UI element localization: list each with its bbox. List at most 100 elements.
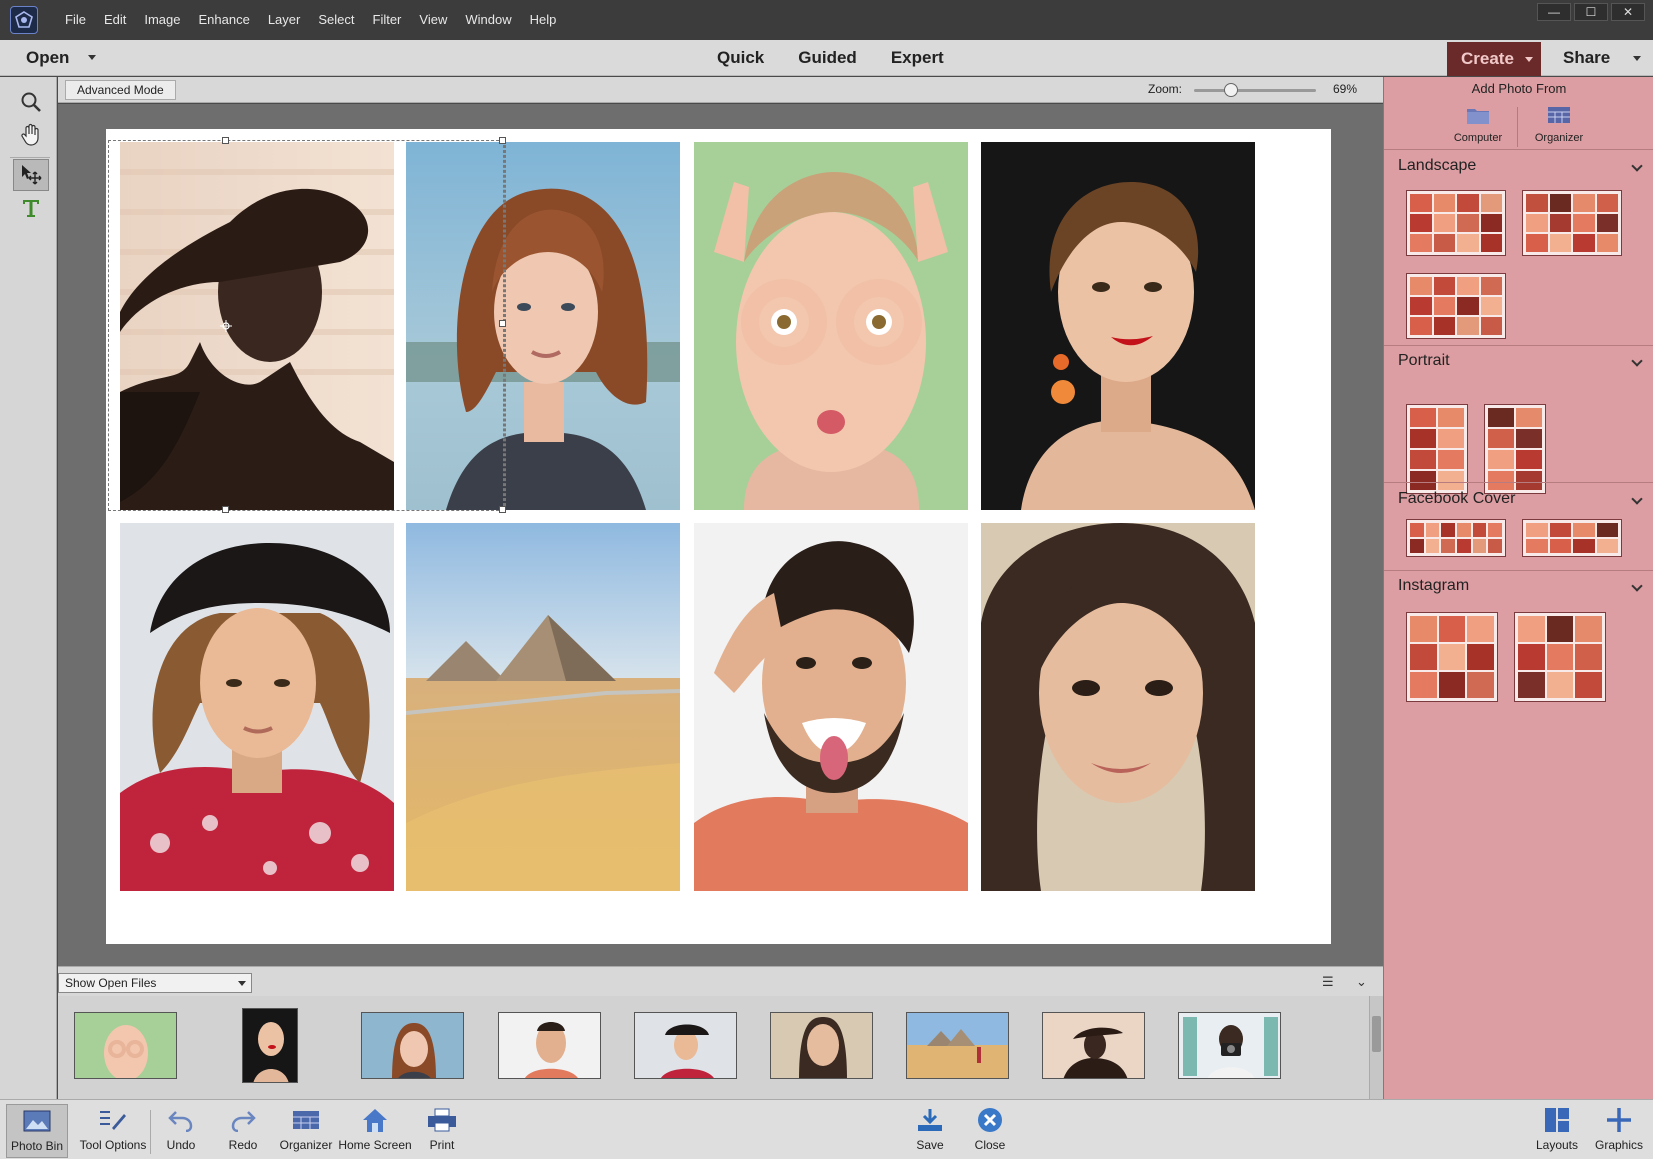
- minimize-button[interactable]: —: [1537, 3, 1571, 21]
- save-button[interactable]: Save: [906, 1104, 954, 1158]
- bin-thumb-redhead-bob[interactable]: [361, 1012, 464, 1079]
- create-button[interactable]: Create: [1447, 42, 1541, 76]
- menu-help[interactable]: Help: [521, 0, 566, 40]
- resize-handle[interactable]: [499, 137, 506, 144]
- layouts-button[interactable]: Layouts: [1530, 1104, 1584, 1158]
- layout-thumb-landscape-1[interactable]: [1406, 190, 1506, 256]
- zoom-slider-thumb[interactable]: [1223, 83, 1238, 97]
- print-button[interactable]: Print: [418, 1104, 466, 1158]
- photo-redhead-bob[interactable]: [406, 142, 680, 510]
- taskbar: Photo Bin Tool Options Undo Redo Organiz…: [0, 1099, 1653, 1159]
- share-dropdown-icon: [1633, 56, 1641, 61]
- tab-guided[interactable]: Guided: [781, 40, 874, 76]
- menu-enhance[interactable]: Enhance: [190, 0, 259, 40]
- photo-finger-goggles[interactable]: [694, 142, 968, 510]
- home-screen-button[interactable]: Home Screen: [336, 1104, 414, 1158]
- organizer-label: Organizer: [1534, 132, 1584, 144]
- pivot-point-icon[interactable]: [220, 319, 232, 332]
- create-label: Create: [1461, 49, 1514, 68]
- chevron-down-icon[interactable]: [1631, 160, 1643, 172]
- layouts-label: Layouts: [1535, 1138, 1579, 1152]
- undo-button[interactable]: Undo: [158, 1104, 204, 1158]
- close-window-button[interactable]: ✕: [1611, 3, 1645, 21]
- menu-window[interactable]: Window: [456, 0, 520, 40]
- layout-thumb-instagram-1[interactable]: [1406, 612, 1498, 702]
- window-controls: — ☐ ✕: [1537, 3, 1645, 21]
- section-landscape-title: Landscape: [1398, 157, 1477, 174]
- collapse-bin-icon[interactable]: ⌄: [1356, 974, 1367, 990]
- open-dropdown-icon[interactable]: [88, 55, 96, 60]
- zoom-slider[interactable]: [1194, 83, 1316, 97]
- bin-thumb-black-hat-woman[interactable]: [634, 1012, 737, 1079]
- organizer-source-button[interactable]: Organizer: [1519, 105, 1599, 144]
- chevron-down-icon[interactable]: [1631, 580, 1643, 592]
- tab-quick[interactable]: Quick: [700, 40, 781, 76]
- photo-pyramids[interactable]: [406, 523, 680, 891]
- graphics-icon: [1607, 1108, 1631, 1132]
- tool-options-icon: [100, 1111, 126, 1130]
- bin-scrollbar[interactable]: [1369, 996, 1383, 1099]
- menu-edit[interactable]: Edit: [95, 0, 135, 40]
- layout-thumb-facebook-1[interactable]: [1406, 519, 1506, 557]
- bin-thumb-camera-girl[interactable]: [1178, 1012, 1281, 1079]
- graphics-button[interactable]: Graphics: [1590, 1104, 1648, 1158]
- home-screen-label: Home Screen: [338, 1138, 412, 1152]
- type-tool[interactable]: [13, 192, 49, 224]
- layout-thumb-landscape-3[interactable]: [1406, 273, 1506, 339]
- zoom-tool[interactable]: [13, 86, 49, 118]
- photo-image: [981, 142, 1255, 510]
- layout-thumb-portrait-1[interactable]: [1406, 404, 1468, 494]
- menu-filter[interactable]: Filter: [364, 0, 411, 40]
- menu-file[interactable]: File: [56, 0, 95, 40]
- close-button[interactable]: Close: [966, 1104, 1014, 1158]
- bin-thumb-red-lips[interactable]: [242, 1008, 298, 1083]
- create-panel: Add Photo From Computer Organizer Landsc…: [1383, 77, 1653, 1099]
- bin-thumb-finger-goggles[interactable]: [74, 1012, 177, 1079]
- bin-thumb-brunette-closeup[interactable]: [770, 1012, 873, 1079]
- hand-tool[interactable]: [13, 119, 49, 151]
- close-icon: [978, 1108, 1002, 1132]
- layout-thumb-portrait-2[interactable]: [1484, 404, 1546, 494]
- canvas-workspace: [58, 104, 1383, 966]
- resize-handle[interactable]: [499, 506, 506, 513]
- resize-handle[interactable]: [222, 506, 229, 513]
- bin-thumb-pyramids-girl[interactable]: [906, 1012, 1009, 1079]
- tool-options-button[interactable]: Tool Options: [74, 1104, 152, 1158]
- resize-handle[interactable]: [499, 320, 506, 327]
- maximize-button[interactable]: ☐: [1574, 3, 1608, 21]
- computer-source-button[interactable]: Computer: [1438, 105, 1518, 144]
- photo-brunette-closeup[interactable]: [981, 523, 1255, 891]
- layout-thumb-landscape-2[interactable]: [1522, 190, 1622, 256]
- open-button[interactable]: Open: [26, 40, 69, 76]
- tab-expert[interactable]: Expert: [874, 40, 961, 76]
- resize-handle[interactable]: [222, 137, 229, 144]
- photo-red-lips[interactable]: [981, 142, 1255, 510]
- bin-options-icon[interactable]: ☰: [1322, 974, 1334, 990]
- layout-thumb-instagram-2[interactable]: [1514, 612, 1606, 702]
- organizer-button[interactable]: Organizer: [276, 1104, 336, 1158]
- show-open-files-label: Show Open Files: [65, 976, 157, 990]
- bin-thumb-hat-silhouette[interactable]: [1042, 1012, 1145, 1079]
- bin-thumb-tongue-out-man[interactable]: [498, 1012, 601, 1079]
- show-open-files-dropdown[interactable]: Show Open Files: [58, 973, 252, 993]
- menu-image[interactable]: Image: [135, 0, 189, 40]
- redo-button[interactable]: Redo: [220, 1104, 266, 1158]
- menu-view[interactable]: View: [410, 0, 456, 40]
- layout-thumb-facebook-2[interactable]: [1522, 519, 1622, 557]
- advanced-mode-button[interactable]: Advanced Mode: [65, 80, 176, 100]
- photo-bin-button[interactable]: Photo Bin: [6, 1104, 68, 1158]
- computer-label: Computer: [1453, 132, 1503, 144]
- print-icon: [428, 1108, 456, 1132]
- move-tool[interactable]: [13, 159, 49, 191]
- photo-image: [406, 142, 680, 510]
- photo-bin-icon: [23, 1110, 51, 1132]
- section-facebook-cover-title: Facebook Cover: [1398, 490, 1516, 507]
- photo-hat-silhouette[interactable]: [120, 142, 394, 510]
- menu-layer[interactable]: Layer: [259, 0, 310, 40]
- photo-tongue-out-man[interactable]: [694, 523, 968, 891]
- menu-select[interactable]: Select: [309, 0, 363, 40]
- chevron-down-icon[interactable]: [1631, 493, 1643, 505]
- chevron-down-icon[interactable]: [1631, 355, 1643, 367]
- photo-black-hat-woman[interactable]: [120, 523, 394, 891]
- share-button[interactable]: Share: [1546, 40, 1653, 76]
